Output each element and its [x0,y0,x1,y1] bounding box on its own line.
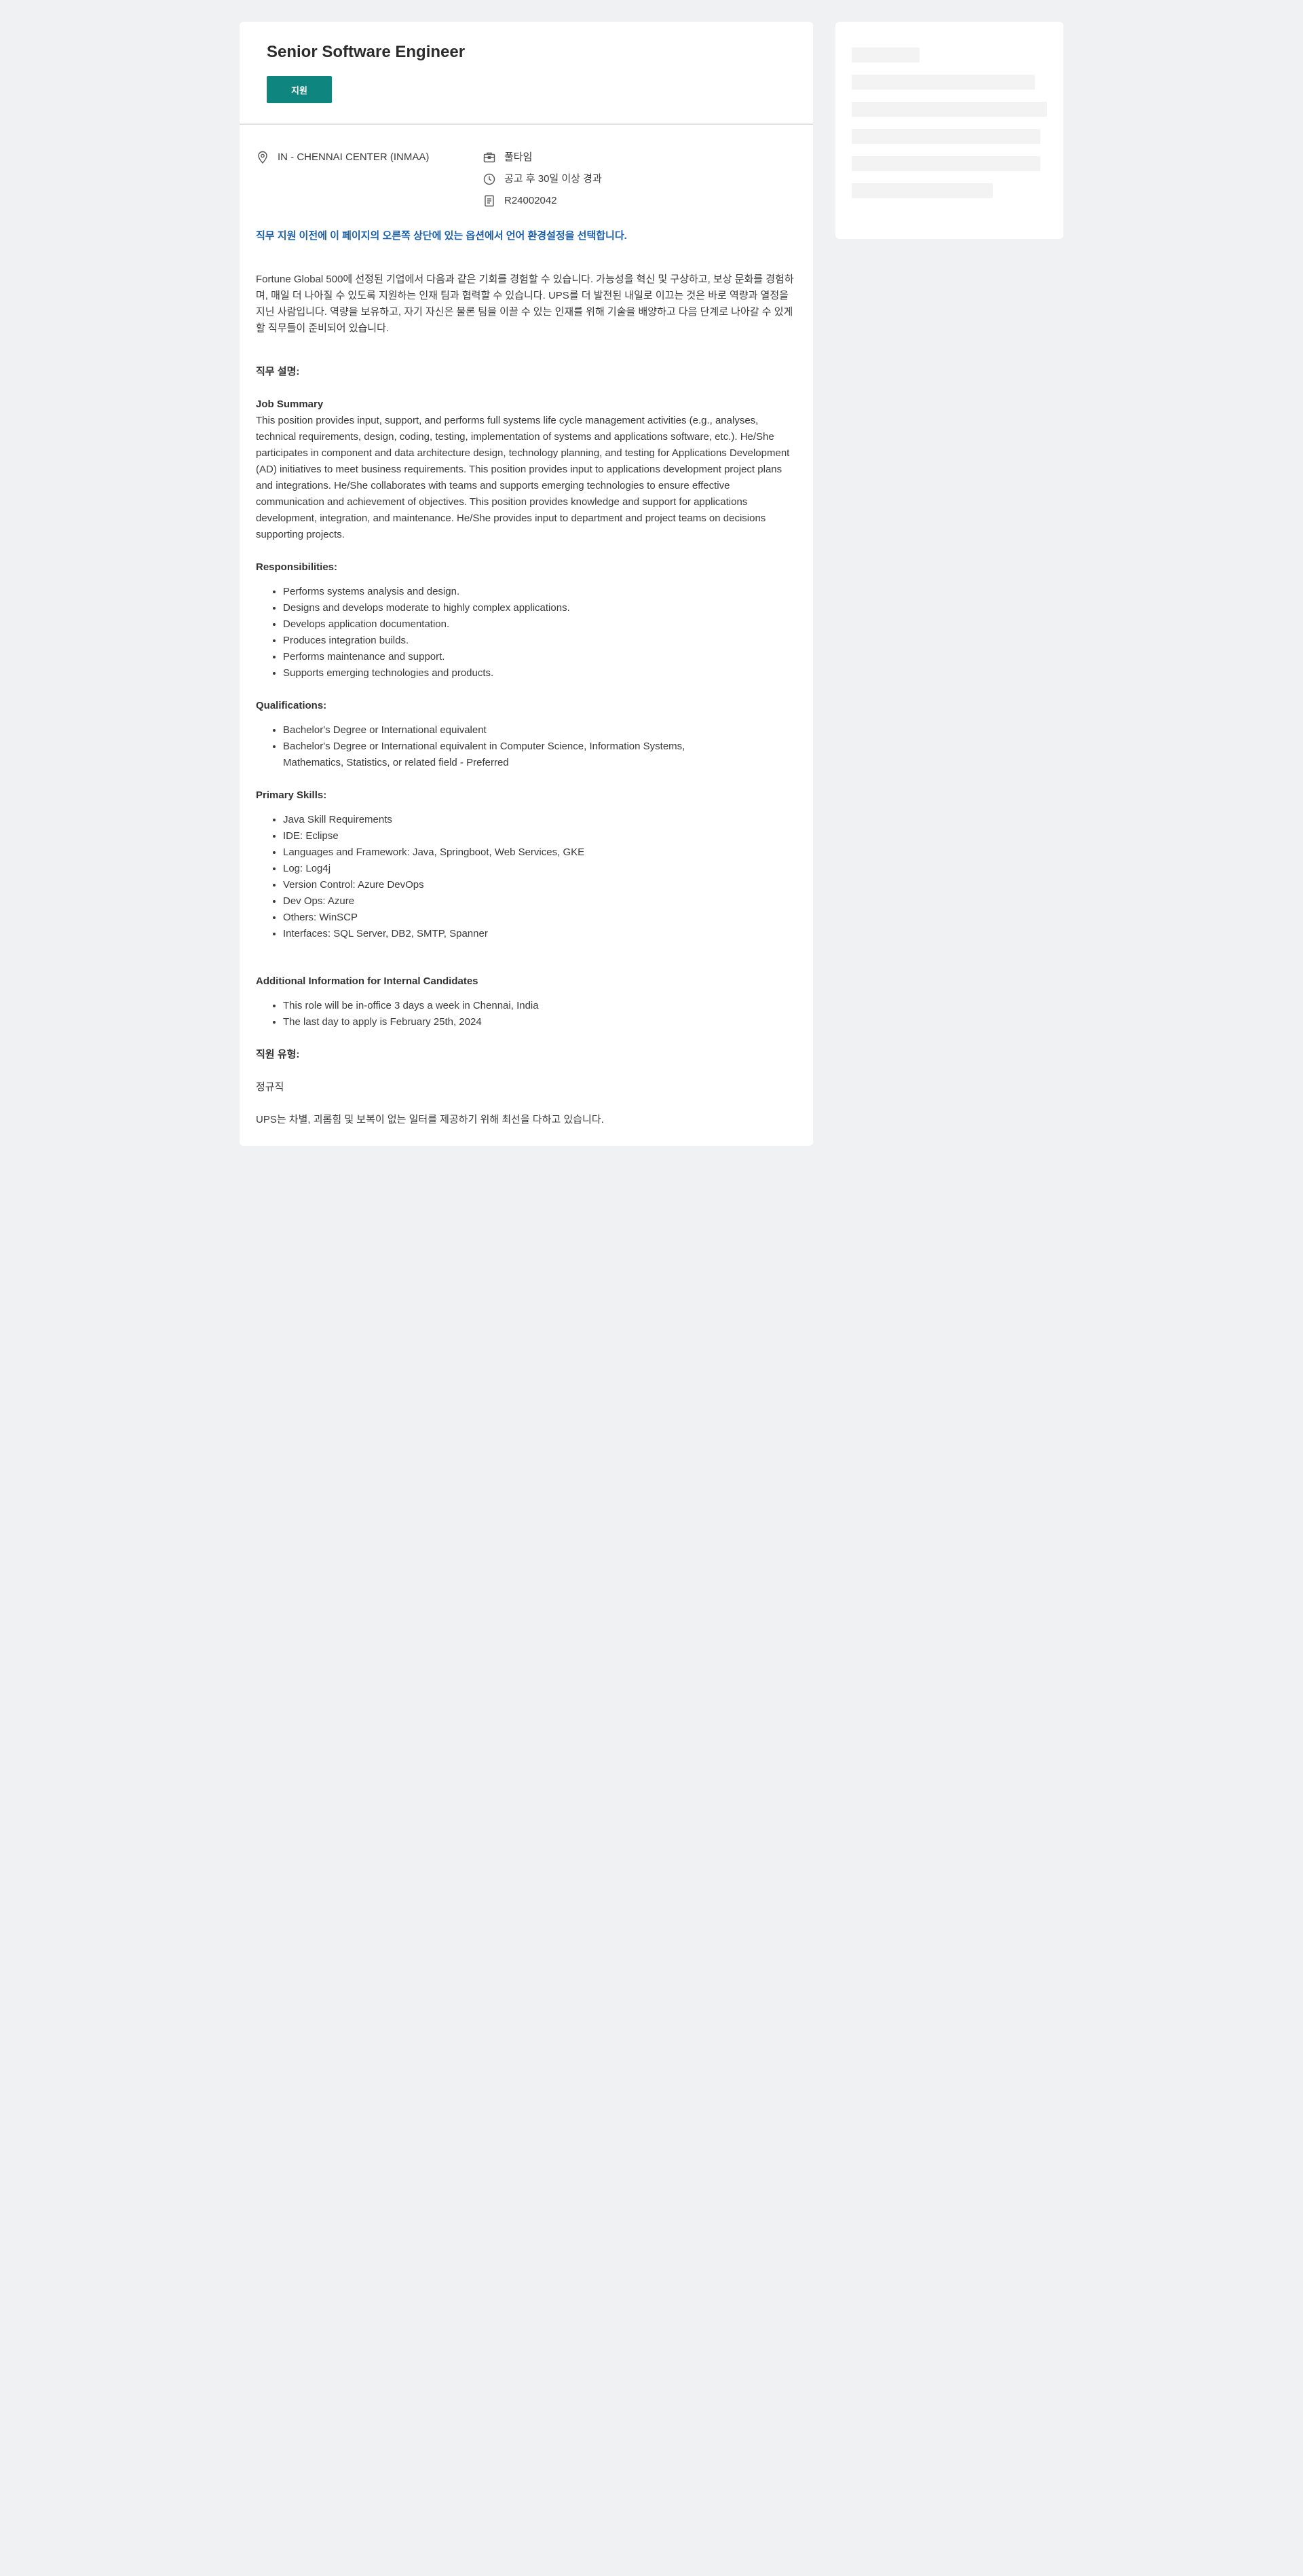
job-header: Senior Software Engineer 지원 [240,22,813,125]
list-item: Dev Ops: Azure [283,893,797,910]
eeo-statement: UPS는 차별, 괴롭힘 및 보복이 없는 일터를 제공하기 위해 최선을 다하… [256,1114,604,1125]
primary-skills-heading: Primary Skills: [256,789,327,801]
location-item: IN - CHENNAI CENTER (INMAA) [256,147,483,168]
list-item: The last day to apply is February 25th, … [283,1014,797,1030]
job-body: IN - CHENNAI CENTER (INMAA) 풀타임 공고 후 30일… [240,125,813,1128]
posted-date-item: 공고 후 30일 이상 경과 [483,168,797,190]
job-type-heading: 직원 유형: [256,1049,300,1060]
list-item: Bachelor's Degree or International equiv… [283,722,715,739]
responsibilities-heading: Responsibilities: [256,561,338,573]
requisition-id-text: R24002042 [504,195,557,206]
list-item: Performs maintenance and support. [283,649,797,665]
list-item: Java Skill Requirements [283,812,797,828]
list-item: Supports emerging technologies and produ… [283,665,797,682]
location-pin-icon [256,151,269,164]
clock-icon [483,172,496,186]
apply-button[interactable]: 지원 [267,76,332,103]
list-item: IDE: Eclipse [283,828,797,844]
location-text: IN - CHENNAI CENTER (INMAA) [278,151,430,163]
list-item: Interfaces: SQL Server, DB2, SMTP, Spann… [283,926,797,942]
list-item: Designs and develops moderate to highly … [283,600,797,616]
job-title: Senior Software Engineer [267,43,466,61]
time-type-item: 풀타임 [483,147,797,168]
job-detail-card: Senior Software Engineer 지원 IN - CHENNAI… [240,22,813,1146]
summary-heading: Job Summary [256,398,324,410]
qualifications-list: Bachelor's Degree or International equiv… [256,722,797,771]
skeleton-line [852,156,1040,171]
description-heading: 직무 설명: [256,366,300,377]
skeleton-line [852,48,920,62]
list-item: Version Control: Azure DevOps [283,877,797,893]
sidebar-loading-card [835,22,1063,239]
skeleton-line [852,102,1047,117]
list-item: Bachelor's Degree or International equiv… [283,739,715,771]
skeleton-line [852,183,993,198]
list-item: Log: Log4j [283,861,797,877]
responsibilities-list: Performs systems analysis and design. De… [256,584,797,682]
company-intro: Fortune Global 500에 선정된 기업에서 다음과 같은 기회를 … [256,274,794,334]
time-type-text: 풀타임 [504,151,533,163]
requisition-id-item: R24002042 [483,190,797,212]
additional-info-heading: Additional Information for Internal Cand… [256,975,478,987]
list-item: Languages and Framework: Java, Springboo… [283,844,797,861]
briefcase-icon [483,151,496,164]
skeleton-line [852,129,1040,144]
language-notice: 직무 지원 이전에 이 페이지의 오른쪽 상단에 있는 옵션에서 언어 환경설정… [256,230,627,242]
summary-text: This position provides input, support, a… [256,415,790,540]
id-badge-icon [483,194,496,208]
list-item: Develops application documentation. [283,616,797,633]
job-meta: IN - CHENNAI CENTER (INMAA) 풀타임 공고 후 30일… [256,147,797,212]
job-type-value: 정규직 [256,1081,284,1093]
posted-date-text: 공고 후 30일 이상 경과 [504,173,602,185]
additional-info-list: This role will be in-office 3 days a wee… [256,998,797,1030]
qualifications-heading: Qualifications: [256,700,327,711]
list-item: Produces integration builds. [283,633,797,649]
list-item: This role will be in-office 3 days a wee… [283,998,797,1014]
skeleton-line [852,75,1035,90]
list-item: Performs systems analysis and design. [283,584,797,600]
primary-skills-list: Java Skill Requirements IDE: Eclipse Lan… [256,812,797,942]
list-item: Others: WinSCP [283,910,797,926]
